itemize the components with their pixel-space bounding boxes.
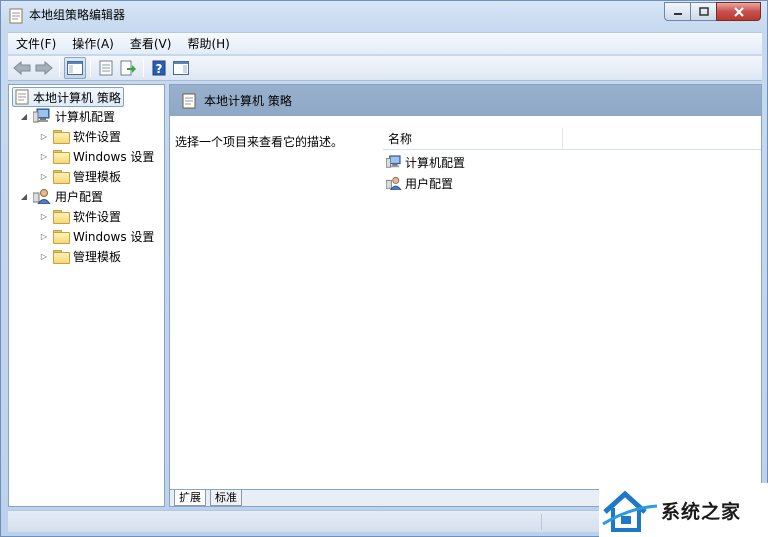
expand-arrow-icon[interactable]: ▷ [39, 251, 49, 261]
tree-item-label: Windows 设置 [73, 149, 155, 164]
export-list-icon [120, 60, 136, 76]
expand-arrow-icon[interactable]: ▷ [39, 211, 49, 221]
minimize-icon [673, 12, 682, 15]
caption-buttons [664, 2, 761, 21]
column-header-name[interactable]: 名称 [383, 128, 563, 150]
maximize-icon [698, 7, 709, 16]
list-header: 名称 [383, 128, 761, 150]
forward-icon [35, 61, 53, 75]
watermark-text: 系统之家 [661, 501, 742, 523]
folder-icon [53, 209, 70, 224]
expand-arrow-icon[interactable]: ▷ [39, 171, 49, 181]
show-hide-tree-icon [67, 61, 83, 75]
list-item-label: 用户配置 [405, 176, 454, 191]
expand-arrow-icon[interactable]: ▷ [39, 131, 49, 141]
help-button[interactable]: ? [148, 57, 170, 79]
folder-icon [53, 169, 70, 184]
folder-icon [53, 249, 70, 264]
menu-help[interactable]: 帮助(H) [179, 34, 237, 54]
tree-item-user-software[interactable]: ▷ 软件设置 [39, 206, 121, 226]
show-hide-tree-button[interactable] [64, 57, 86, 79]
folder-icon [53, 229, 70, 244]
expand-arrow-icon[interactable]: ▷ [39, 231, 49, 241]
house-logo-icon [602, 490, 658, 532]
menu-action[interactable]: 操作(A) [64, 34, 122, 54]
list-item-label: 计算机配置 [405, 155, 466, 170]
tree-item-computer-windows[interactable]: ▷ Windows 设置 [39, 146, 154, 166]
user-icon [33, 189, 51, 204]
export-list-button[interactable] [117, 57, 139, 79]
properties-icon [99, 60, 113, 76]
expand-arrow-icon[interactable]: ▷ [39, 151, 49, 161]
maximize-button[interactable] [690, 2, 717, 21]
back-icon [13, 61, 31, 75]
items-list: 名称 计算机配置 用户配置 [383, 116, 761, 489]
forward-button[interactable] [33, 57, 55, 79]
tree-item-label: 用户配置 [55, 189, 104, 204]
toolbar-separator [90, 59, 91, 77]
show-action-pane-button[interactable] [170, 57, 192, 79]
show-action-pane-icon [173, 61, 189, 75]
collapse-arrow-icon[interactable]: ◢ [19, 111, 29, 121]
list-item-computer-config[interactable]: 计算机配置 [386, 152, 465, 172]
folder-icon [53, 149, 70, 164]
tree-item-user-admin[interactable]: ▷ 管理模板 [39, 246, 121, 266]
close-button[interactable] [716, 2, 761, 21]
watermark: 系统之家 [599, 483, 768, 537]
tree-item-label: 本地计算机 策略 [33, 90, 121, 105]
back-button[interactable] [11, 57, 33, 79]
tree-item-computer-software[interactable]: ▷ 软件设置 [39, 126, 121, 146]
window-title: 本地组策略编辑器 [29, 8, 126, 22]
properties-button[interactable] [95, 57, 117, 79]
tab-standard[interactable]: 标准 [210, 490, 242, 506]
title-bar: 本地组策略编辑器 [1, 1, 767, 31]
menu-view[interactable]: 查看(V) [122, 34, 180, 54]
toolbar: ? [8, 55, 762, 81]
item-description: 选择一个项目来查看它的描述。 [175, 135, 344, 149]
tree-item-root[interactable]: 本地计算机 策略 [12, 87, 124, 107]
tree-item-label: 软件设置 [73, 129, 122, 144]
computer-icon [386, 155, 401, 168]
collapse-arrow-icon[interactable]: ◢ [19, 191, 29, 201]
toolbar-separator [59, 59, 60, 77]
tree-item-user-windows[interactable]: ▷ Windows 设置 [39, 226, 154, 246]
tree-item-computer-admin[interactable]: ▷ 管理模板 [39, 166, 121, 186]
tab-extended[interactable]: 扩展 [174, 490, 206, 506]
help-icon: ? [152, 60, 166, 76]
tree-item-label: 管理模板 [73, 169, 122, 184]
toolbar-separator [143, 59, 144, 77]
menu-bar: 文件(F) 操作(A) 查看(V) 帮助(H) [8, 32, 762, 54]
tree-item-computer-config[interactable]: ◢ 计算机配置 [19, 106, 115, 126]
status-divider [541, 514, 542, 530]
tree-item-label: 计算机配置 [55, 109, 116, 124]
policy-document-icon [15, 89, 29, 105]
list-item-user-config[interactable]: 用户配置 [386, 173, 453, 193]
policy-document-icon [182, 93, 196, 108]
tree-item-label: 管理模板 [73, 249, 122, 264]
menu-file[interactable]: 文件(F) [8, 34, 64, 54]
tree-item-label: 软件设置 [73, 209, 122, 224]
app-window: 本地组策略编辑器 文件(F) 操作(A) 查看(V) 帮助(H) ? 本地计算机… [0, 0, 768, 537]
tree-item-label: Windows 设置 [73, 229, 155, 244]
details-header: 本地计算机 策略 [170, 85, 761, 116]
computer-icon [33, 108, 50, 123]
policy-document-icon [9, 8, 23, 24]
user-icon [386, 176, 402, 190]
folder-icon [53, 129, 70, 144]
details-title: 本地计算机 策略 [204, 94, 292, 108]
tree-item-user-config[interactable]: ◢ 用户配置 [19, 186, 103, 206]
svg-text:?: ? [156, 62, 163, 76]
details-pane: 本地计算机 策略 选择一个项目来查看它的描述。 名称 计算机配置 用户配置 [169, 84, 762, 490]
minimize-button[interactable] [664, 2, 691, 21]
console-tree: 本地计算机 策略 ◢ 计算机配置 ▷ 软件设置 ▷ Windows 设置 ▷ 管… [8, 84, 165, 507]
close-icon [733, 6, 744, 17]
